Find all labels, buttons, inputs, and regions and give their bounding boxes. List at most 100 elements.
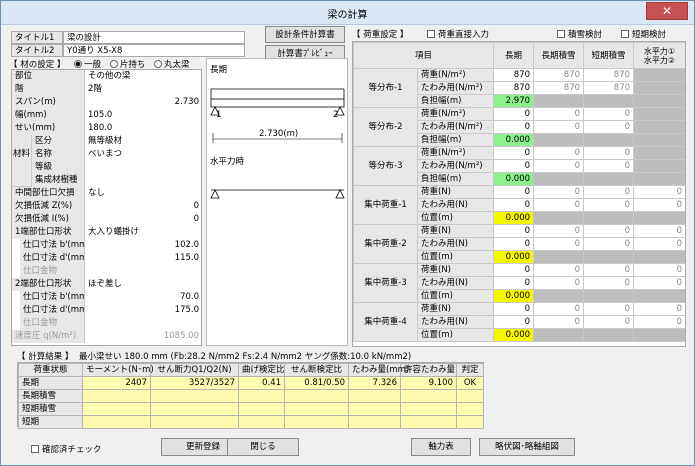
result-row: 長期積雪 (18, 389, 484, 403)
load-short-snow-cell[interactable]: 0 (583, 224, 635, 238)
result-shear (150, 415, 239, 429)
position-cell[interactable]: 0.000 (493, 289, 535, 303)
load-item-label: 荷重(N/m²) (416, 107, 495, 121)
title1-label: タイトル1 (11, 31, 63, 44)
load-long-snow-cell[interactable]: 0 (533, 237, 585, 251)
load-long-cell[interactable]: 0 (493, 263, 535, 277)
radio-icon (154, 60, 163, 68)
load-short-snow-cell[interactable]: 0 (583, 276, 635, 290)
load-row[interactable]: 等分布-3 荷重(N/m²) 0 0 0 (353, 146, 685, 186)
load-long-cell[interactable]: 0 (493, 159, 535, 173)
result-state: 長期積雪 (18, 389, 83, 403)
load-short-snow-cell[interactable]: 0 (583, 263, 635, 277)
result-judgement: OK (456, 376, 484, 390)
load-long-cell[interactable]: 870 (493, 81, 535, 95)
load-long-cell[interactable]: 0 (493, 315, 535, 329)
load-long-cell[interactable]: 0 (493, 185, 535, 199)
load-row[interactable]: 集中荷重-3 荷重(N) 0 0 0 0 (353, 263, 685, 303)
axial-force-button[interactable]: 軸力表 (411, 438, 471, 456)
load-row[interactable]: 集中荷重-2 荷重(N) 0 0 0 0 (353, 224, 685, 264)
header-short-snow: 短期積雪 (583, 42, 635, 69)
load-short-snow-cell[interactable]: 870 (583, 68, 635, 82)
empty-cell (533, 172, 585, 186)
confirm-check[interactable]: 確認済チェック (31, 443, 102, 455)
result-shear-ratio (284, 389, 349, 403)
load-long-cell[interactable]: 0 (493, 146, 535, 160)
load-table-panel: 項目 長期 長期積雪 短期積雪 水平力① 水平力② 等分布-1 荷重(N/m²) 87… (352, 41, 686, 347)
position-cell[interactable]: 0.000 (493, 211, 535, 225)
close-button[interactable]: ✕ (646, 2, 688, 20)
load-horizontal-cell[interactable]: 0 (633, 224, 685, 238)
load-long-cell[interactable]: 0 (493, 237, 535, 251)
bearing-width-cell[interactable]: 0.000 (493, 133, 535, 147)
radio-icon (109, 60, 118, 68)
load-row[interactable]: 等分布-1 荷重(N/m²) 870 870 870 (353, 68, 685, 108)
snow-check[interactable]: 積雪検討 (557, 28, 602, 40)
load-horizontal-cell[interactable]: 0 (633, 276, 685, 290)
load-short-snow-cell[interactable]: 0 (583, 315, 635, 329)
load-long-cell[interactable]: 0 (493, 224, 535, 238)
load-long-snow-cell[interactable]: 0 (533, 224, 585, 238)
result-allow: 9.100 (400, 376, 457, 390)
load-short-snow-cell[interactable]: 0 (583, 302, 635, 316)
load-short-snow-cell[interactable]: 0 (583, 146, 635, 160)
title1-input[interactable]: 梁の設計 (63, 31, 245, 44)
results-table: 荷重状態 モーメント(N･m) せん断力Q1/Q2(N) 曲げ検定比 せん断検定… (18, 363, 484, 429)
outline-drawing-button[interactable]: 略伏図･略軸組図 (479, 438, 575, 456)
load-long-cell[interactable]: 0 (493, 198, 535, 212)
result-moment (82, 389, 151, 403)
load-long-cell[interactable]: 0 (493, 302, 535, 316)
load-long-snow-cell[interactable]: 870 (533, 68, 585, 82)
load-horizontal-cell[interactable]: 0 (633, 302, 685, 316)
result-row: 長期 2407 3527/3527 0.41 0.81/0.50 7.326 9.100 OK (18, 376, 484, 390)
load-short-snow-cell[interactable]: 0 (583, 159, 635, 173)
load-long-snow-cell[interactable]: 0 (533, 276, 585, 290)
material-grid: 部位 その他の梁 階 2階 スパン(m) 2.730 幅(mm) 105.0 せい(mm… (11, 69, 202, 346)
direct-input-check[interactable]: 荷重直接入力 (427, 28, 489, 40)
load-row[interactable]: 集中荷重-4 荷重(N) 0 0 0 0 (353, 302, 685, 342)
title2-input[interactable]: Y0通り X5-X8 (63, 44, 245, 57)
calc-sheet-button[interactable]: 設計条件計算書 (265, 26, 345, 43)
empty-cell (633, 289, 685, 303)
load-short-snow-cell[interactable]: 870 (583, 81, 635, 95)
close-dialog-button[interactable]: 閉じる (227, 438, 299, 456)
load-horizontal-cell[interactable]: 0 (633, 263, 685, 277)
load-short-snow-cell[interactable]: 0 (583, 237, 635, 251)
load-short-snow-cell[interactable]: 0 (583, 198, 635, 212)
load-long-cell[interactable]: 0 (493, 120, 535, 134)
result-state: 長期 (18, 376, 83, 390)
load-short-snow-cell[interactable]: 0 (583, 185, 635, 199)
load-long-snow-cell[interactable]: 0 (533, 263, 585, 277)
load-long-snow-cell[interactable]: 0 (533, 302, 585, 316)
load-item-label: 荷重(N) (416, 224, 495, 238)
load-long-snow-cell[interactable]: 0 (533, 159, 585, 173)
load-long-snow-cell[interactable]: 0 (533, 198, 585, 212)
load-long-snow-cell[interactable]: 0 (533, 146, 585, 160)
load-row[interactable]: 等分布-2 荷重(N/m²) 0 0 0 (353, 107, 685, 147)
load-long-cell[interactable]: 0 (493, 276, 535, 290)
result-shear-ratio (284, 415, 349, 429)
load-short-snow-cell[interactable]: 0 (583, 107, 635, 121)
col-state: 荷重状態 (18, 363, 83, 377)
load-horizontal-cell[interactable]: 0 (633, 237, 685, 251)
short-term-check[interactable]: 短期検討 (621, 28, 666, 40)
position-cell[interactable]: 0.000 (493, 328, 535, 342)
load-long-snow-cell[interactable]: 870 (533, 81, 585, 95)
bearing-width-cell[interactable]: 2.970 (493, 94, 535, 108)
bearing-width-cell[interactable]: 0.000 (493, 172, 535, 186)
load-short-snow-cell[interactable]: 0 (583, 120, 635, 134)
empty-cell (633, 81, 685, 95)
load-long-cell[interactable]: 0 (493, 107, 535, 121)
load-long-snow-cell[interactable]: 0 (533, 107, 585, 121)
position-cell[interactable]: 0.000 (493, 250, 535, 264)
result-bend-ratio: 0.41 (238, 376, 285, 390)
window-title: 梁の計算 (327, 10, 368, 21)
load-long-snow-cell[interactable]: 0 (533, 315, 585, 329)
load-horizontal-cell[interactable]: 0 (633, 315, 685, 329)
load-row[interactable]: 集中荷重-1 荷重(N) 0 0 0 0 (353, 185, 685, 225)
load-horizontal-cell[interactable]: 0 (633, 198, 685, 212)
load-horizontal-cell[interactable]: 0 (633, 185, 685, 199)
load-long-cell[interactable]: 870 (493, 68, 535, 82)
load-long-snow-cell[interactable]: 0 (533, 120, 585, 134)
load-long-snow-cell[interactable]: 0 (533, 185, 585, 199)
